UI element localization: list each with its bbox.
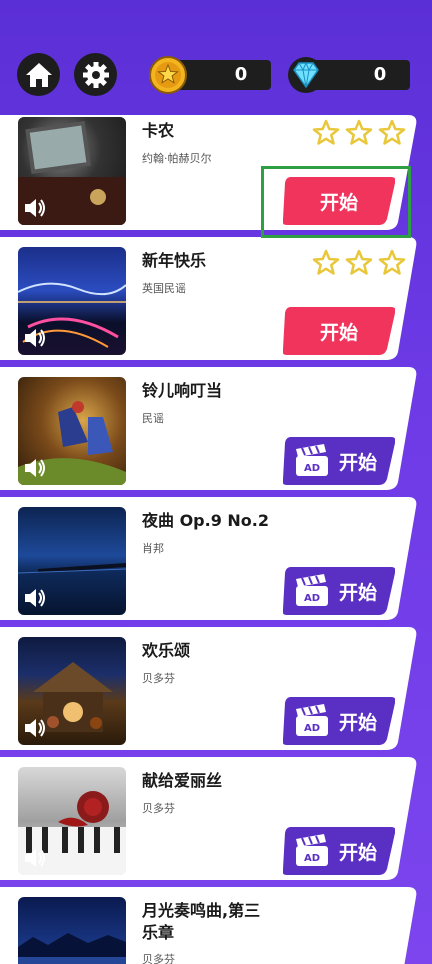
song-artist: 肖邦 <box>142 542 164 555</box>
start-button-label: 开始 <box>338 582 377 604</box>
ad-start-button[interactable]: AD 开始 <box>283 437 395 485</box>
song-thumbnail[interactable] <box>18 767 126 875</box>
start-button-label: 开始 <box>338 842 377 864</box>
selection-highlight <box>261 166 411 238</box>
song-artist: 英国民谣 <box>142 282 186 295</box>
song-artist: 约翰·帕赫贝尔 <box>142 152 212 165</box>
ad-start-button[interactable]: AD 开始 <box>283 827 395 875</box>
song-card: 献给爱丽丝 贝多芬 AD 开始 <box>0 757 432 880</box>
song-thumbnail[interactable] <box>18 507 126 615</box>
song-card: 夜曲 Op.9 No.2 肖邦 AD 开始 <box>0 497 432 620</box>
song-artist: 贝多芬 <box>142 802 175 815</box>
song-title: 欢乐颂 <box>142 641 191 660</box>
song-title: 月光奏鸣曲,第三乐章 <box>142 901 261 942</box>
start-button-label: 开始 <box>319 322 358 344</box>
song-card: 欢乐颂 贝多芬 AD 开始 <box>0 627 432 750</box>
coin-count: 0 <box>234 64 248 85</box>
song-title: 献给爱丽丝 <box>142 771 223 790</box>
coin-star-icon <box>148 55 188 95</box>
home-button[interactable] <box>17 53 60 96</box>
speaker-icon[interactable] <box>22 715 48 741</box>
speaker-icon[interactable] <box>22 455 48 481</box>
star-rating <box>312 119 406 145</box>
settings-button[interactable] <box>74 53 117 96</box>
start-button-label: 开始 <box>338 712 377 734</box>
start-button-label: 开始 <box>338 452 377 474</box>
song-artist: 贝多芬 <box>142 672 175 685</box>
diamond-icon <box>286 55 326 95</box>
ad-start-button[interactable]: AD 开始 <box>283 697 395 745</box>
home-icon <box>25 62 52 87</box>
song-thumbnail[interactable] <box>18 377 126 485</box>
speaker-icon[interactable] <box>22 195 48 221</box>
star-rating <box>312 249 406 275</box>
song-card: 铃儿响叮当 民谣 AD 开始 <box>0 367 432 490</box>
song-artist: 民谣 <box>142 412 164 425</box>
top-bar: 0 0 <box>0 0 432 104</box>
song-thumbnail[interactable] <box>18 117 126 225</box>
speaker-icon[interactable] <box>22 325 48 351</box>
song-thumbnail[interactable] <box>18 637 126 745</box>
song-title: 铃儿响叮当 <box>142 381 223 400</box>
song-title: 卡农 <box>142 121 175 140</box>
gem-count: 0 <box>373 64 387 85</box>
speaker-icon[interactable] <box>22 845 48 871</box>
gear-icon <box>82 61 109 88</box>
song-artist: 贝多芬 <box>142 953 175 964</box>
start-button[interactable]: 开始 <box>283 307 395 355</box>
song-card: 新年快乐 英国民谣 开始 <box>0 237 432 360</box>
song-title: 新年快乐 <box>142 251 207 270</box>
speaker-icon[interactable] <box>22 585 48 611</box>
song-thumbnail[interactable] <box>18 247 126 355</box>
song-thumbnail[interactable] <box>18 897 126 964</box>
song-title: 夜曲 Op.9 No.2 <box>142 511 270 530</box>
song-card: 月光奏鸣曲,第三乐章 贝多芬 <box>0 887 432 964</box>
ad-start-button[interactable]: AD 开始 <box>283 567 395 615</box>
